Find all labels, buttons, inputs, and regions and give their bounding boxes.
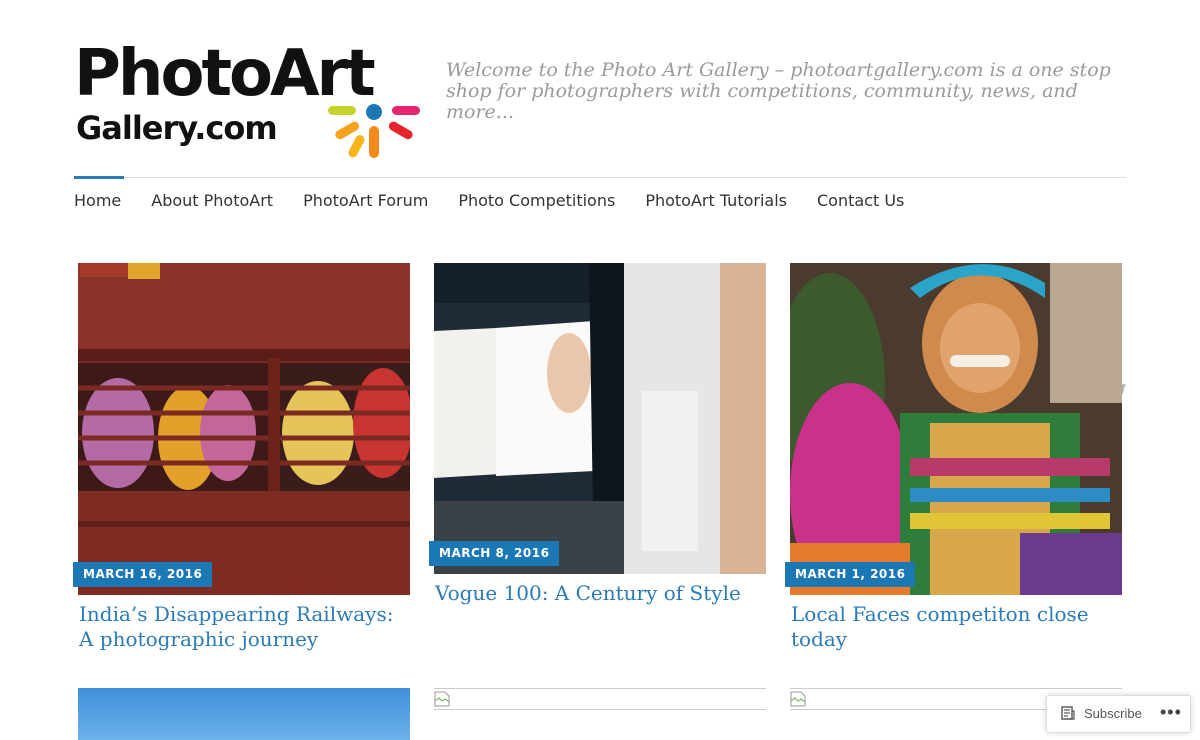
nav-divider bbox=[74, 177, 1126, 178]
nav-item-home[interactable]: Home bbox=[74, 190, 121, 212]
subscribe-button[interactable]: Subscribe bbox=[1084, 706, 1142, 722]
post-date-badge[interactable]: MARCH 1, 2016 bbox=[785, 562, 916, 587]
post-date-badge[interactable]: MARCH 8, 2016 bbox=[429, 541, 560, 566]
post-image-vogue[interactable] bbox=[434, 263, 766, 574]
nav-item-competitions[interactable]: Photo Competitions bbox=[458, 190, 615, 212]
nav-item-forum[interactable]: PhotoArt Forum bbox=[303, 190, 428, 212]
broken-image-placeholder[interactable] bbox=[434, 688, 766, 710]
reader-icon bbox=[1061, 706, 1075, 720]
more-options-button[interactable]: ••• bbox=[1160, 702, 1182, 723]
broken-image-icon bbox=[434, 691, 450, 707]
post-image-railway[interactable] bbox=[78, 263, 410, 595]
post-title-link[interactable]: India’s Disappearing Railways: A photogr… bbox=[79, 602, 409, 652]
main-nav: Home About PhotoArt PhotoArt Forum Photo… bbox=[74, 190, 904, 212]
nav-item-tutorials[interactable]: PhotoArt Tutorials bbox=[645, 190, 787, 212]
post-image-local-faces[interactable] bbox=[790, 263, 1122, 595]
nav-active-indicator bbox=[74, 176, 124, 179]
post-image-sky[interactable] bbox=[78, 688, 410, 740]
post-date-badge[interactable]: MARCH 16, 2016 bbox=[73, 562, 213, 587]
nav-item-contact[interactable]: Contact Us bbox=[817, 190, 904, 212]
logo-text-gallery: Gallery.com bbox=[76, 109, 278, 147]
subscribe-widget: Subscribe ••• bbox=[1046, 695, 1191, 733]
nav-item-about[interactable]: About PhotoArt bbox=[151, 190, 273, 212]
site-tagline: Welcome to the Photo Art Gallery – photo… bbox=[446, 59, 1111, 123]
broken-image-icon bbox=[790, 691, 806, 707]
post-title-link[interactable]: Vogue 100: A Century of Style bbox=[435, 581, 765, 606]
site-logo[interactable]: PhotoArt Gallery.com bbox=[74, 38, 424, 163]
logo-burst-icon bbox=[328, 104, 420, 158]
post-title-link[interactable]: Local Faces competiton close today bbox=[791, 602, 1121, 652]
